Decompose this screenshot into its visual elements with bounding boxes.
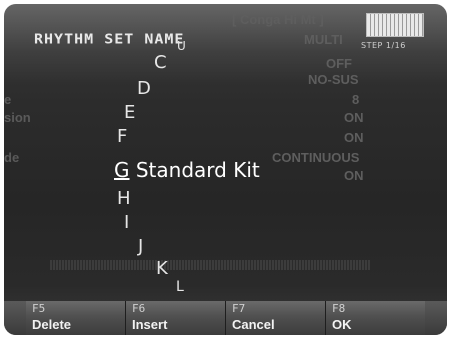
f5-delete-button[interactable]: F5 Delete — [26, 301, 126, 335]
f7-cancel-button[interactable]: F7 Cancel — [226, 301, 326, 335]
bg-meter-band — [50, 260, 370, 270]
f8-action-label: OK — [332, 317, 352, 332]
bg-value-2: OFF — [326, 56, 352, 71]
bg-value-4: 8 — [352, 92, 360, 107]
char-option-d[interactable]: D — [137, 80, 151, 98]
selected-name-row[interactable]: G Standard Kit — [114, 158, 260, 182]
bg-value-7: CONTINUOUS — [272, 150, 360, 165]
f6-action-label: Insert — [132, 317, 168, 332]
bg-label-3: de — [4, 150, 20, 165]
bg-label-1: e — [4, 92, 12, 107]
char-option-k[interactable]: K — [156, 260, 168, 278]
selected-char[interactable]: G — [114, 158, 130, 182]
f5-key-label: F5 — [32, 302, 46, 315]
bg-value-1: MULTI — [304, 32, 343, 47]
page-title: RHYTHM SET NAME — [34, 30, 185, 48]
f7-action-label: Cancel — [232, 317, 275, 332]
f6-insert-button[interactable]: F6 Insert — [126, 301, 226, 335]
bg-value-8: ON — [344, 168, 364, 183]
f8-ok-button[interactable]: F8 OK — [326, 301, 425, 335]
rhythm-set-name: Standard Kit — [135, 158, 260, 182]
function-key-bar: F5 Delete F6 Insert F7 Cancel F8 OK — [4, 301, 447, 335]
char-option-b-partial: ᑌ — [177, 39, 186, 53]
f5-action-label: Delete — [32, 317, 72, 332]
bg-value-3: NO-SUS — [308, 72, 359, 87]
instrument-name-bg: [ Conga Hi Mt ] — [232, 12, 324, 27]
f7-key-label: F7 — [232, 302, 246, 315]
bg-value-5: ON — [344, 110, 364, 125]
char-option-i[interactable]: I — [124, 214, 129, 232]
char-option-e[interactable]: E — [124, 104, 135, 122]
f8-key-label: F8 — [332, 302, 346, 315]
f6-key-label: F6 — [132, 302, 146, 315]
keyboard-icon — [366, 13, 424, 37]
screen-frame: [ Conga Hi Mt ] MULTI OFF NO-SUS 8 ON ON… — [4, 4, 447, 335]
char-option-h[interactable]: H — [117, 190, 131, 208]
char-option-l[interactable]: L — [176, 278, 184, 296]
step-indicator: STEP 1/16 — [361, 41, 406, 50]
bg-label-2: sion — [4, 110, 31, 125]
char-option-f[interactable]: F — [117, 128, 127, 146]
bg-value-6: ON — [344, 130, 364, 145]
char-option-j[interactable]: J — [138, 238, 143, 256]
char-option-c[interactable]: C — [154, 54, 167, 72]
